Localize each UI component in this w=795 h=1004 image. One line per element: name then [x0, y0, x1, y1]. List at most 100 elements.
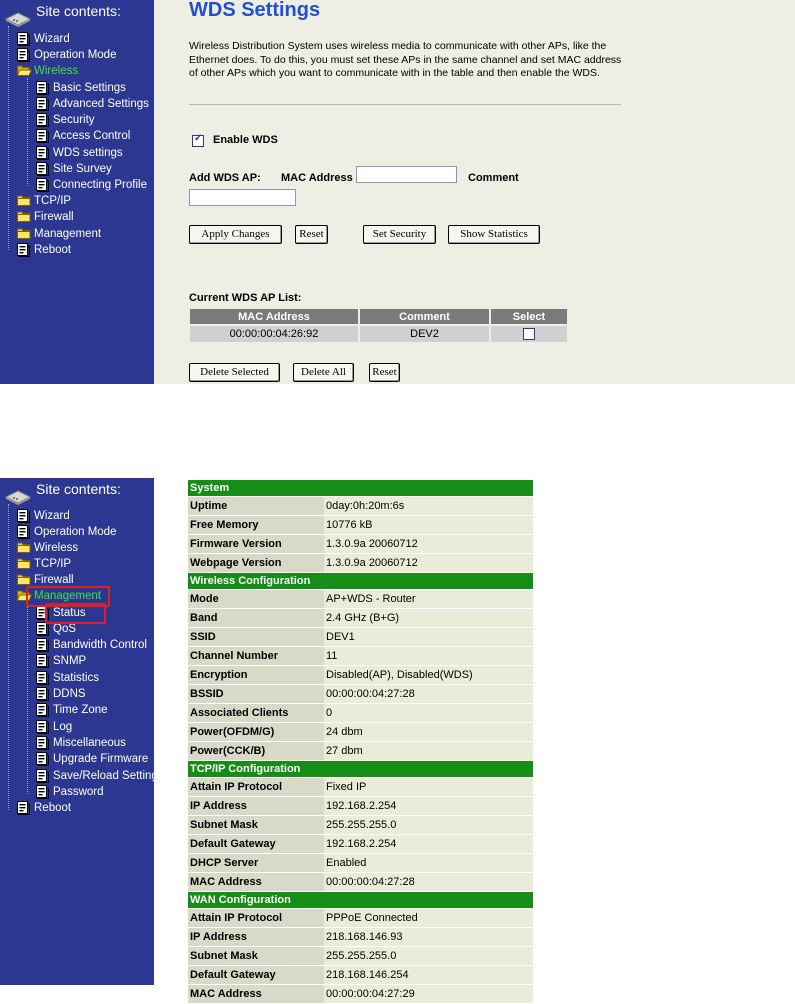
- row-select-checkbox[interactable]: [523, 328, 535, 341]
- table-row: Firmware Version 1.3.0.9a 20060712: [188, 534, 533, 554]
- wds-list-title: Current WDS AP List:: [189, 292, 302, 304]
- table-row: Encryption Disabled(AP), Disabled(WDS): [188, 665, 533, 685]
- wds-ap-list-table: MAC Address Comment Select 00:00:00:04:2…: [188, 307, 569, 344]
- page-description: Wireless Distribution System uses wirele…: [189, 40, 622, 79]
- sidebar: Site contents: Wizard Operation Mode Wirel…: [0, 478, 154, 985]
- table-row: Associated Clients 0: [188, 703, 533, 723]
- row-label: Band: [188, 608, 324, 628]
- row-label: Uptime: [188, 496, 324, 516]
- sidebar-item-label: Wizard: [34, 510, 70, 522]
- sidebar-item-label: DDNS: [53, 688, 86, 700]
- sidebar-item-label: Operation Mode: [34, 49, 117, 61]
- section-title: WAN Configuration: [188, 891, 533, 909]
- section-header: Wireless Configuration: [188, 572, 533, 590]
- tree-line: [27, 78, 28, 186]
- row-label: Mode: [188, 589, 324, 609]
- sidebar: Site contents: Wizard Operation Mode Wirel…: [0, 0, 154, 384]
- router-logo-icon: [4, 490, 32, 505]
- reset-button[interactable]: Reset: [295, 225, 328, 244]
- sidebar-item-label: Wizard: [34, 33, 70, 45]
- row-label: Webpage Version: [188, 553, 324, 573]
- row-value: 00:00:00:04:27:28: [324, 872, 533, 892]
- row-value: 2.4 GHz (B+G): [324, 608, 533, 628]
- row-value: 1.3.0.9a 20060712: [324, 553, 533, 573]
- col-header-select: Select: [491, 309, 567, 324]
- sidebar-item-label: Password: [53, 786, 104, 798]
- section-header: WAN Configuration: [188, 891, 533, 909]
- row-value: 218.168.146.93: [324, 927, 533, 947]
- page-icon: [17, 801, 30, 820]
- table-row: Attain IP Protocol Fixed IP: [188, 777, 533, 797]
- set-security-button[interactable]: Set Security: [363, 225, 436, 244]
- tree-line: [27, 606, 28, 794]
- table-row: Channel Number 11: [188, 646, 533, 666]
- row-label: Default Gateway: [188, 834, 324, 854]
- sidebar-item-label: TCP/IP: [34, 558, 72, 570]
- main-content: WDS Settings Wireless Distribution Syste…: [154, 0, 795, 384]
- status-highlight: [45, 603, 106, 624]
- row-label: IP Address: [188, 927, 324, 947]
- show-statistics-button[interactable]: Show Statistics: [448, 225, 540, 244]
- mac-address-input[interactable]: [356, 166, 457, 183]
- row-label: IP Address: [188, 796, 324, 816]
- row-select-cell: [491, 326, 567, 342]
- row-label: Attain IP Protocol: [188, 777, 324, 797]
- table-row: Uptime 0day:0h:20m:6s: [188, 496, 533, 516]
- row-label: Subnet Mask: [188, 946, 324, 966]
- sidebar-item-label: TCP/IP: [34, 195, 72, 207]
- row-label: Associated Clients: [188, 703, 324, 723]
- row-value: 11: [324, 646, 533, 666]
- sidebar-item-label: Miscellaneous: [53, 737, 126, 749]
- delete-all-button[interactable]: Delete All: [293, 363, 354, 382]
- status-table: System Uptime 0day:0h:20m:6s Free Memory 107…: [188, 480, 533, 1004]
- sidebar-title: Site contents:: [36, 3, 121, 19]
- add-wds-ap-label: Add WDS AP:: [189, 172, 261, 184]
- tree-line: [8, 504, 9, 810]
- section-header: System: [188, 480, 533, 497]
- router-logo-icon: [4, 12, 32, 27]
- table-row: Mode AP+WDS - Router: [188, 589, 533, 609]
- apply-changes-button[interactable]: Apply Changes: [189, 225, 282, 244]
- divider: [189, 104, 621, 105]
- row-label: MAC Address: [188, 872, 324, 892]
- sidebar-item-label: Upgrade Firmware: [53, 753, 149, 765]
- col-header-comment: Comment: [360, 309, 489, 324]
- delete-selected-button[interactable]: Delete Selected: [189, 363, 280, 382]
- sidebar-item-label: Statistics: [53, 672, 100, 684]
- table-row: IP Address 218.168.146.93: [188, 927, 533, 947]
- sidebar-item-label: Operation Mode: [34, 526, 117, 538]
- page-icon: [17, 243, 30, 262]
- tree-line: [8, 26, 9, 250]
- sidebar-item-label: Reboot: [34, 244, 72, 256]
- row-label: MAC Address: [188, 984, 324, 1004]
- sidebar-item-label: Log: [53, 721, 73, 733]
- table-row: Webpage Version 1.3.0.9a 20060712: [188, 553, 533, 573]
- row-value: 24 dbm: [324, 722, 533, 742]
- row-label: DHCP Server: [188, 853, 324, 873]
- sidebar-item-label: Security: [53, 114, 95, 126]
- table-row: Default Gateway 218.168.146.254: [188, 965, 533, 985]
- sidebar-item-label: Connecting Profile: [53, 179, 147, 191]
- table-row: IP Address 192.168.2.254: [188, 796, 533, 816]
- table-row: Band 2.4 GHz (B+G): [188, 608, 533, 628]
- sidebar-item-label: Firewall: [34, 211, 74, 223]
- row-value: Enabled: [324, 853, 533, 873]
- row-label: Attain IP Protocol: [188, 908, 324, 928]
- row-value: 255.255.255.0: [324, 815, 533, 835]
- enable-wds-checkbox[interactable]: [192, 133, 204, 147]
- sidebar-item-label: Save/Reload Settings: [53, 770, 154, 782]
- table-row: MAC Address 00:00:00:04:27:28: [188, 872, 533, 892]
- table-row: Free Memory 10776 kB: [188, 515, 533, 535]
- comment-input[interactable]: [189, 189, 296, 206]
- table-row: SSID DEV1: [188, 627, 533, 647]
- section-title: Wireless Configuration: [188, 572, 533, 590]
- sidebar-item-label: Bandwidth Control: [53, 639, 147, 651]
- row-label: Encryption: [188, 665, 324, 685]
- list-reset-button[interactable]: Reset: [369, 363, 400, 382]
- row-value: 0day:0h:20m:6s: [324, 496, 533, 516]
- enable-wds-label: Enable WDS: [213, 134, 278, 146]
- table-row: BSSID 00:00:00:04:27:28: [188, 684, 533, 704]
- table-row: Default Gateway 192.168.2.254: [188, 834, 533, 854]
- sidebar-item-label: WDS settings: [53, 147, 123, 159]
- row-value: Disabled(AP), Disabled(WDS): [324, 665, 533, 685]
